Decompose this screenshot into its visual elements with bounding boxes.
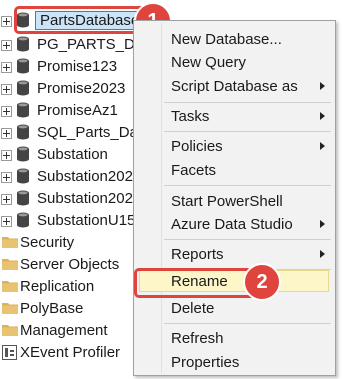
menu-item-label: Script Database as: [171, 77, 298, 95]
tree-node-label: Substation202: [37, 189, 133, 207]
tree-node-label: Replication: [20, 277, 95, 295]
expand-icon[interactable]: [1, 16, 12, 27]
callout-highlight-box: [14, 6, 150, 34]
callout-badge-2: 2: [243, 263, 281, 301]
xevent-profiler-icon: [2, 345, 17, 360]
menu-separator: [164, 102, 331, 103]
tree-node-label: Management: [20, 321, 108, 339]
menu-item-label: Policies: [171, 137, 223, 155]
menu-item-label: Tasks: [171, 107, 210, 125]
tree-node-label: Substation: [37, 145, 108, 163]
folder-icon: [2, 237, 18, 248]
submenu-arrow-icon: [320, 142, 325, 150]
menu-item-label: New Database...: [171, 30, 282, 48]
tree-node-label: PG_PARTS_DB: [37, 35, 145, 53]
database-icon: [17, 80, 29, 96]
menu-separator: [164, 323, 331, 324]
menu-item-label: Start PowerShell: [171, 192, 283, 210]
expand-icon[interactable]: [1, 216, 12, 227]
database-icon: [17, 190, 29, 206]
menu-item-refresh[interactable]: Refresh: [136, 327, 333, 349]
menu-item-label: Refresh: [171, 329, 224, 347]
menu-item-label: Azure Data Studio: [171, 215, 293, 233]
menu-item-delete[interactable]: Delete: [136, 297, 333, 319]
database-icon: [17, 212, 29, 228]
tree-node-label: Promise2023: [37, 79, 126, 97]
tree-node-label: Server Objects: [20, 255, 120, 273]
menu-item-azure-data-studio[interactable]: Azure Data Studio: [136, 213, 333, 235]
submenu-arrow-icon: [320, 82, 325, 90]
folder-icon: [2, 303, 18, 314]
menu-item-policies[interactable]: Policies: [136, 135, 333, 157]
expand-icon[interactable]: [1, 84, 12, 95]
tree-node-label: SQL_Parts_Dat: [37, 123, 143, 141]
expand-icon[interactable]: [1, 172, 12, 183]
menu-item-properties[interactable]: Properties: [136, 351, 333, 373]
expand-icon[interactable]: [1, 128, 12, 139]
menu-item-label: Reports: [171, 245, 224, 263]
menu-item-label: New Query: [171, 53, 247, 71]
expand-icon[interactable]: [1, 106, 12, 117]
database-icon: [17, 36, 29, 52]
context-menu: New Database... New Query Script Databas…: [133, 20, 336, 376]
submenu-arrow-icon: [320, 112, 325, 120]
tree-node-label: Substation202: [37, 167, 133, 185]
submenu-arrow-icon: [320, 220, 325, 228]
tree-node-label: SubstationU15: [37, 211, 136, 229]
menu-item-label: Facets: [171, 161, 217, 179]
expand-icon[interactable]: [1, 40, 12, 51]
tree-node-label: Promise123: [37, 57, 118, 75]
menu-item-script-database-as[interactable]: Script Database as: [136, 75, 333, 97]
menu-item-label: Properties: [171, 353, 240, 371]
expand-icon[interactable]: [1, 62, 12, 73]
database-icon: [17, 146, 29, 162]
menu-separator: [164, 185, 331, 186]
menu-item-reports[interactable]: Reports: [136, 243, 333, 265]
menu-separator: [164, 131, 331, 132]
expand-icon[interactable]: [1, 150, 12, 161]
menu-item-tasks[interactable]: Tasks: [136, 105, 333, 127]
menu-item-start-powershell[interactable]: Start PowerShell: [136, 190, 333, 212]
tree-node-label: PromiseAz1: [37, 101, 118, 119]
menu-item-label: Delete: [171, 299, 215, 317]
menu-separator: [164, 239, 331, 240]
folder-icon: [2, 325, 18, 336]
database-icon: [17, 58, 29, 74]
submenu-arrow-icon: [320, 250, 325, 258]
menu-item-new-query[interactable]: New Query: [136, 51, 333, 73]
menu-item-facets[interactable]: Facets: [136, 159, 333, 181]
database-icon: [17, 102, 29, 118]
folder-icon: [2, 281, 18, 292]
database-icon: [17, 168, 29, 184]
folder-icon: [2, 259, 18, 270]
database-icon: [17, 124, 29, 140]
menu-item-new-database[interactable]: New Database...: [136, 28, 333, 50]
tree-node-label: Security: [20, 233, 75, 251]
expand-icon[interactable]: [1, 194, 12, 205]
tree-node-label: PolyBase: [20, 299, 84, 317]
tree-node-label: XEvent Profiler: [20, 343, 121, 361]
